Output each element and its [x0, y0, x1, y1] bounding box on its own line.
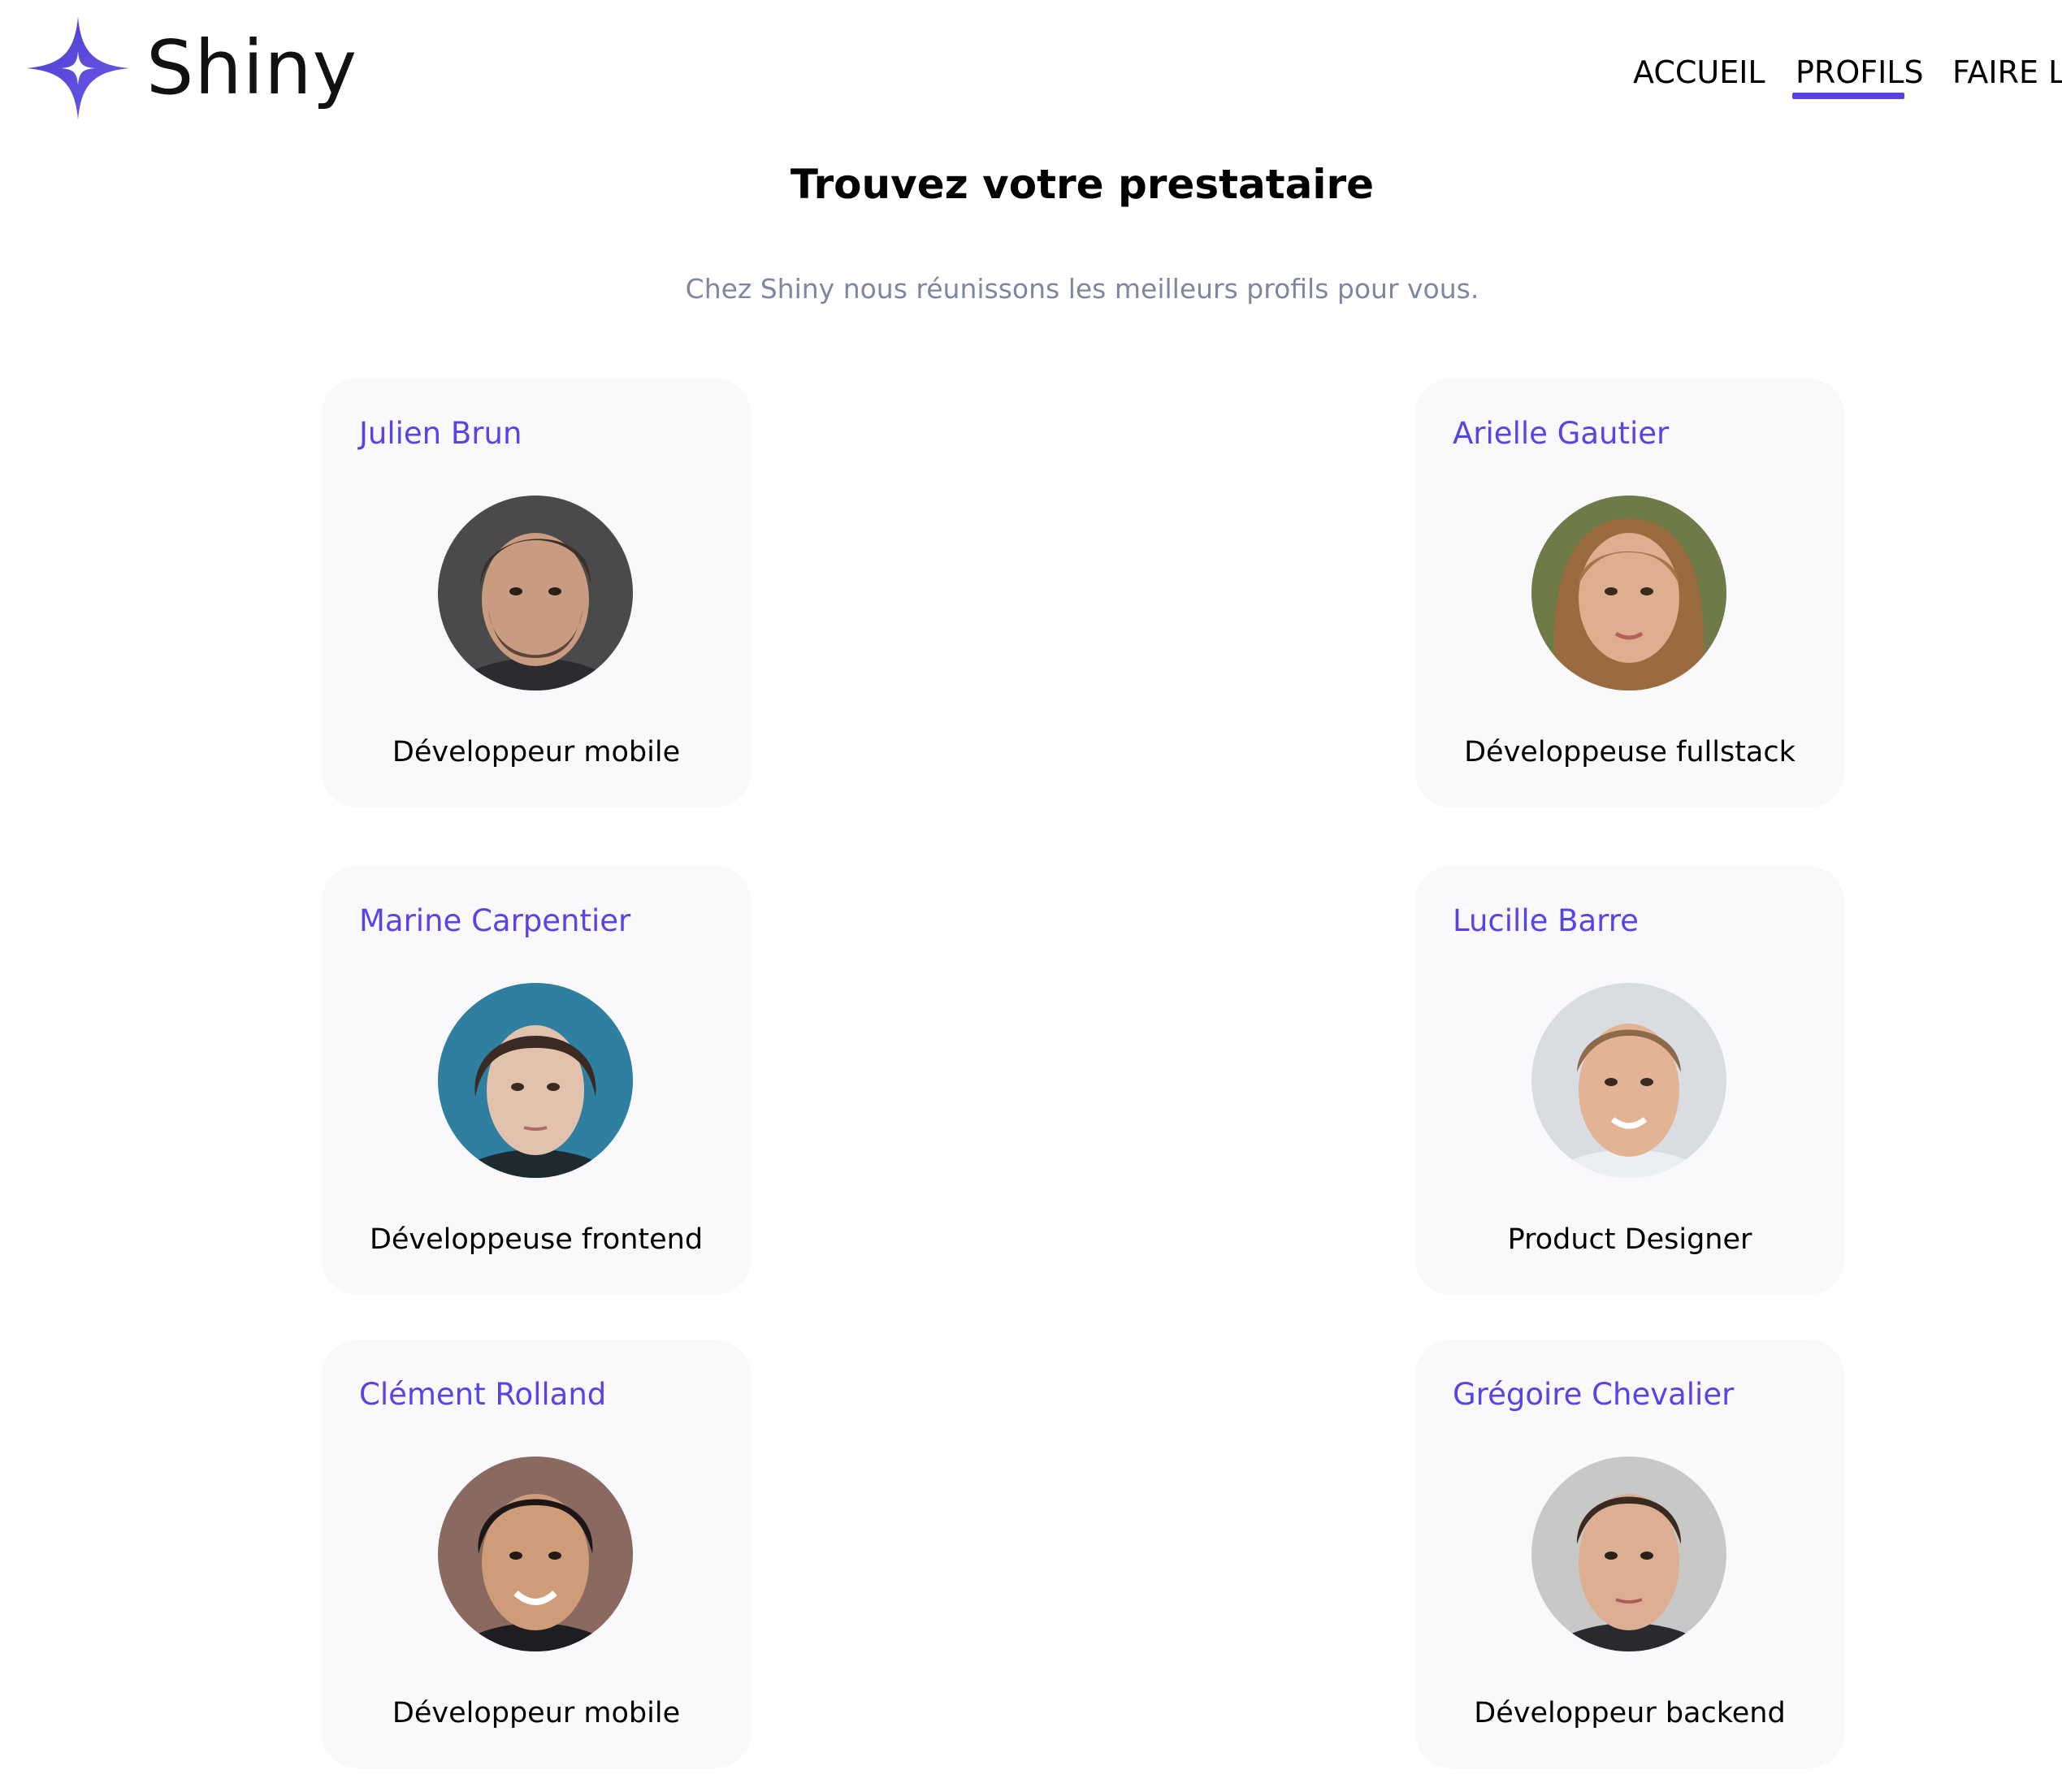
- site-header: Shiny ACCUEIL PROFILS FAIRE LE: [0, 0, 2062, 138]
- profile-card[interactable]: Marine Carpentier Développeuse frontend: [322, 866, 751, 1295]
- profile-avatar: [1531, 1457, 1726, 1651]
- profile-name: Marine Carpentier: [359, 903, 631, 938]
- profile-job: Développeur mobile: [392, 1697, 681, 1729]
- page-subtitle: Chez Shiny nous réunissons les meilleurs…: [685, 273, 1479, 305]
- profile-avatar: [1531, 496, 1726, 690]
- profile-avatar: [438, 496, 633, 690]
- profile-card[interactable]: Arielle Gautier Développeuse fullstack: [1415, 379, 1844, 807]
- profile-card[interactable]: Clément Rolland Développeur mobile: [322, 1340, 751, 1768]
- profile-name: Arielle Gautier: [1453, 416, 1670, 451]
- profile-job: Product Designer: [1507, 1223, 1752, 1256]
- nav-profils[interactable]: PROFILS: [1796, 54, 1924, 91]
- profile-name: Grégoire Chevalier: [1453, 1377, 1735, 1412]
- profile-job: Développeur mobile: [392, 736, 681, 768]
- profile-avatar: [438, 1457, 633, 1651]
- main-nav: ACCUEIL PROFILS FAIRE LE: [0, 54, 2062, 102]
- profile-card[interactable]: Lucille Barre Product Designer: [1415, 866, 1844, 1295]
- profile-avatar: [1531, 983, 1726, 1178]
- profile-job: Développeur backend: [1474, 1697, 1786, 1729]
- profile-name: Lucille Barre: [1453, 903, 1639, 938]
- profile-card[interactable]: Grégoire Chevalier Développeur backend: [1415, 1340, 1844, 1768]
- active-nav-indicator: [1792, 93, 1904, 99]
- profile-avatar: [438, 983, 633, 1178]
- nav-accueil[interactable]: ACCUEIL: [1633, 54, 1765, 91]
- nav-faire-le-test[interactable]: FAIRE LE: [1952, 54, 2062, 91]
- profile-name: Julien Brun: [359, 416, 522, 451]
- profile-job: Développeuse frontend: [369, 1223, 704, 1256]
- profile-job: Développeuse fullstack: [1464, 736, 1796, 768]
- page-title: Trouvez votre prestataire: [790, 161, 1375, 208]
- profile-name: Clément Rolland: [359, 1377, 607, 1412]
- profile-card[interactable]: Julien Brun Développeur mobile: [322, 379, 751, 807]
